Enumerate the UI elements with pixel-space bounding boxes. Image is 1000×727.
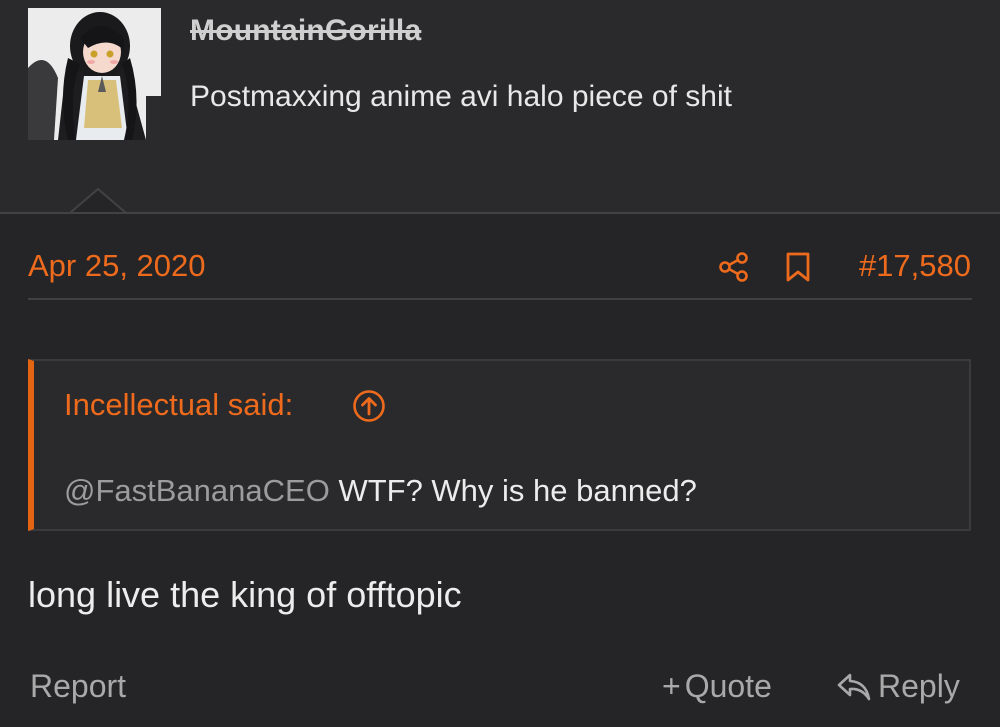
quote-body: @FastBananaCEO WTF? Why is he banned? [64,473,697,509]
report-button[interactable]: Report [30,668,126,705]
quote-text: WTF? Why is he banned? [329,473,697,508]
post-message: long live the king of offtopic [28,574,462,615]
reply-icon [837,673,871,700]
post-date[interactable]: Apr 25, 2020 [28,248,206,284]
user-mention[interactable]: @FastBananaCEO [64,473,330,508]
reply-button-label: Reply [878,668,960,704]
header-divider [0,212,1000,214]
quote-header: Incellectual said: [34,361,969,445]
bookmark-icon[interactable] [785,252,811,282]
reply-button[interactable]: Reply [836,668,960,705]
quote-button[interactable]: + Quote [662,668,772,705]
anime-avatar-image [28,8,161,140]
avatar[interactable] [28,8,161,140]
quote-button-label: Quote [684,668,772,704]
user-header: MountainGorilla Postmaxxing anime avi ha… [0,0,1000,213]
plus-icon: + [662,668,681,704]
header-pointer-arrow [70,188,126,214]
quote-author[interactable]: Incellectual said: [64,387,293,423]
quote-block: Incellectual said: @FastBananaCEO WTF? W… [28,359,971,531]
post-number-link[interactable]: #17,580 [859,248,971,284]
share-icon[interactable] [718,251,750,283]
jump-to-quote-icon[interactable] [352,389,386,423]
user-title: Postmaxxing anime avi halo piece of shit [190,80,732,113]
username-link[interactable]: MountainGorilla [190,14,421,48]
meta-divider [28,298,972,300]
